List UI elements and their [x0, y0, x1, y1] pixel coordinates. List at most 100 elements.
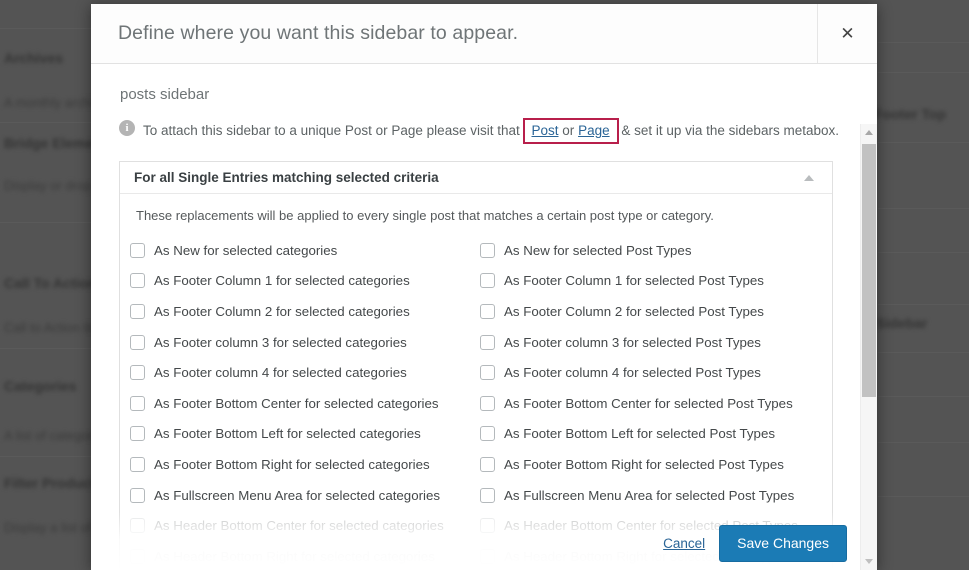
checkbox-row[interactable]: As Footer column 4 for selected categori… [130, 357, 480, 388]
chevron-up-icon[interactable] [804, 174, 814, 181]
checkbox-label: As Footer Bottom Center for selected Pos… [504, 395, 793, 411]
checkbox-input[interactable] [130, 426, 145, 442]
criteria-panel-description: These replacements will be applied to ev… [136, 208, 714, 223]
checkbox-input[interactable] [130, 242, 145, 258]
sidebar-name-label: posts sidebar [120, 86, 210, 103]
checkbox-label: As Fullscreen Menu Area for selected cat… [154, 487, 441, 503]
checkbox-row[interactable]: As Header Bottom Center for selected cat… [130, 510, 480, 541]
checkbox-row[interactable]: As Fullscreen Menu Area for selected cat… [130, 480, 480, 511]
checkbox-label: As Footer column 4 for selected Post Typ… [504, 365, 761, 381]
checkbox-label: As New for selected categories [154, 242, 338, 258]
checkbox-input[interactable] [130, 395, 145, 411]
checkbox-input[interactable] [480, 365, 495, 381]
checkbox-label: As Footer column 4 for selected categori… [154, 365, 407, 381]
checkbox-input[interactable] [480, 334, 495, 350]
bg-block-heading: Sidebar [876, 315, 928, 331]
checkbox-input[interactable] [480, 548, 495, 564]
checkbox-row[interactable]: As Footer Column 1 for selected categori… [130, 266, 480, 297]
checkbox-label: As Footer Bottom Right for selected Post… [504, 456, 784, 472]
cancel-button[interactable]: Cancel [663, 536, 705, 551]
page-link[interactable]: Page [578, 123, 610, 138]
checkbox-row[interactable]: As Footer Bottom Left for selected categ… [130, 419, 480, 450]
notice-text: To attach this sidebar to a unique Post … [143, 118, 839, 144]
checkbox-input[interactable] [130, 334, 145, 350]
checkbox-input[interactable] [480, 426, 495, 442]
criteria-panel-header[interactable]: For all Single Entries matching selected… [120, 162, 832, 194]
bg-block-heading: Call To Action [4, 275, 97, 291]
checkbox-row[interactable]: As Footer Bottom Center for selected cat… [130, 388, 480, 419]
criteria-panel: For all Single Entries matching selected… [119, 161, 833, 570]
checkbox-label: As Header Bottom Right for selected cate… [154, 548, 435, 564]
checkbox-row[interactable]: As Footer Column 2 for selected categori… [130, 296, 480, 327]
checkbox-row[interactable]: As Footer Bottom Left for selected Post … [480, 419, 816, 450]
checkbox-label: As Header Bottom Center for selected cat… [154, 518, 444, 534]
highlight-box: Post or Page [522, 118, 619, 144]
checkbox-label: As Footer Bottom Left for selected categ… [154, 426, 421, 442]
modal-scrollbar[interactable] [860, 124, 877, 570]
scrollbar-thumb[interactable] [862, 144, 876, 397]
modal-title: Define where you want this sidebar to ap… [118, 22, 519, 44]
checkbox-input[interactable] [130, 273, 145, 289]
checkbox-input[interactable] [480, 518, 495, 534]
checkbox-label: As Footer Column 2 for selected Post Typ… [504, 303, 764, 319]
checkbox-input[interactable] [130, 548, 145, 564]
checkbox-row[interactable]: As Footer Column 2 for selected Post Typ… [480, 296, 816, 327]
close-icon[interactable]: ✕ [817, 4, 877, 63]
checkbox-input[interactable] [130, 456, 145, 472]
checkbox-row[interactable]: As Footer column 4 for selected Post Typ… [480, 357, 816, 388]
bg-block-heading: Footer Top [874, 106, 947, 122]
checkbox-row[interactable]: As Footer Bottom Center for selected Pos… [480, 388, 816, 419]
triangle-up-icon[interactable] [861, 124, 877, 141]
checkbox-input[interactable] [480, 456, 495, 472]
checkbox-input[interactable] [130, 365, 145, 381]
checkbox-input[interactable] [480, 395, 495, 411]
save-changes-button[interactable]: Save Changes [719, 525, 847, 562]
checkbox-label: As Footer Bottom Center for selected cat… [154, 395, 439, 411]
sidebar-location-modal: Define where you want this sidebar to ap… [91, 4, 877, 570]
checkbox-row[interactable]: As Footer column 3 for selected categori… [130, 327, 480, 358]
checkbox-label: As Footer Column 2 for selected categori… [154, 303, 410, 319]
checkbox-input[interactable] [480, 273, 495, 289]
triangle-down-icon[interactable] [861, 553, 877, 570]
bg-block-desc: Call to Action title [4, 320, 104, 335]
notice-row: i To attach this sidebar to a unique Pos… [119, 118, 839, 144]
bg-block-heading: Archives [4, 50, 64, 66]
modal-body: posts sidebar i To attach this sidebar t… [91, 64, 877, 570]
checkbox-row[interactable]: As Fullscreen Menu Area for selected Pos… [480, 480, 816, 511]
checkbox-label: As Footer Column 1 for selected Post Typ… [504, 273, 764, 289]
checkbox-row[interactable]: As Footer Bottom Right for selected cate… [130, 449, 480, 480]
notice-text-after: & set it up via the sidebars metabox. [621, 123, 839, 138]
checkbox-label: As Footer Bottom Left for selected Post … [504, 426, 775, 442]
background-left-column: Archives A monthly archive Bridge Elemen… [0, 0, 224, 570]
checkbox-row[interactable]: As Footer Bottom Right for selected Post… [480, 449, 816, 480]
bg-block-heading: Categories [4, 378, 77, 394]
bg-block-heading: Filter Products [4, 475, 103, 491]
checkbox-input[interactable] [480, 242, 495, 258]
checkbox-input[interactable] [480, 303, 495, 319]
post-link[interactable]: Post [532, 123, 559, 138]
checkbox-grid: As New for selected categories As New for… [120, 235, 832, 570]
checkbox-label: As Footer column 3 for selected categori… [154, 334, 407, 350]
checkbox-input[interactable] [130, 518, 145, 534]
checkbox-input[interactable] [480, 487, 495, 503]
checkbox-label: As Footer Bottom Right for selected cate… [154, 456, 430, 472]
notice-between-links: or [562, 123, 575, 138]
checkbox-row[interactable]: As Footer column 3 for selected Post Typ… [480, 327, 816, 358]
background-right-column: Footer Top Sidebar [874, 0, 969, 570]
checkbox-row[interactable]: As Header Bottom Right for selected cate… [130, 541, 480, 570]
modal-body-content: posts sidebar i To attach this sidebar t… [91, 64, 860, 570]
modal-footer-actions: Cancel Save Changes [663, 525, 847, 562]
info-icon: i [119, 120, 135, 136]
checkbox-label: As Footer column 3 for selected Post Typ… [504, 334, 761, 350]
checkbox-row[interactable]: As New for selected Post Types [480, 235, 816, 266]
checkbox-input[interactable] [130, 303, 145, 319]
checkbox-row[interactable]: As New for selected categories [130, 235, 480, 266]
checkbox-label: As New for selected Post Types [504, 242, 692, 258]
criteria-panel-title: For all Single Entries matching selected… [134, 170, 439, 185]
checkbox-label: As Footer Column 1 for selected categori… [154, 273, 410, 289]
notice-text-before: To attach this sidebar to a unique Post … [143, 123, 520, 138]
checkbox-row[interactable]: As Footer Column 1 for selected Post Typ… [480, 266, 816, 297]
checkbox-label: As Fullscreen Menu Area for selected Pos… [504, 487, 795, 503]
checkbox-input[interactable] [130, 487, 145, 503]
modal-header: Define where you want this sidebar to ap… [91, 4, 877, 64]
